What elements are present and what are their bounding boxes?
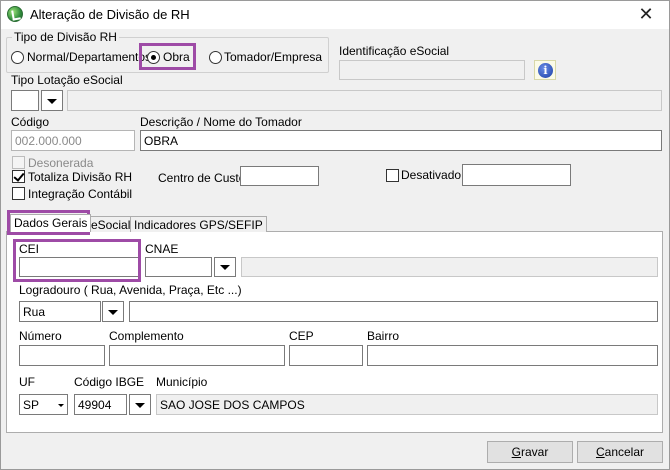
uf-label: UF [19,375,35,389]
logradouro-tipo-input[interactable]: Rua [19,301,101,322]
obra-highlight [139,43,196,70]
cei-highlight [13,239,141,282]
descricao-label: Descrição / Nome do Tomador [140,115,302,129]
tipo-lotacao-label: Tipo Lotação eSocial [11,73,123,87]
municipio-input: SAO JOSE DOS CAMPOS [156,394,658,415]
bairro-input[interactable] [367,345,658,366]
identificacao-input[interactable] [339,60,525,80]
complemento-input[interactable] [109,345,285,366]
totaliza-checkbox[interactable] [12,170,25,183]
info-icon: i [538,63,553,78]
ibge-dropdown[interactable] [129,394,151,415]
uf-dropdown-icon[interactable] [55,397,67,412]
logradouro-label: Logradouro ( Rua, Avenida, Praça, Etc ..… [19,283,242,297]
integracao-checkbox[interactable] [12,187,25,200]
app-logo-icon [7,6,23,22]
tipo-divisao-title: Tipo de Divisão RH [12,30,119,44]
descricao-input[interactable]: OBRA [140,130,662,151]
close-icon[interactable]: ✕ [633,3,659,25]
numero-input[interactable] [19,345,105,366]
ibge-label: Código IBGE [74,375,145,389]
tab-indicadores[interactable]: Indicadores GPS/SEFIP [130,216,267,232]
codigo-input[interactable]: 002.000.000 [11,130,135,151]
complemento-label: Complemento [109,329,184,343]
title-bar: Alteração de Divisão de RH ✕ [1,1,669,29]
desonerada-checkbox[interactable] [12,156,25,169]
desativado-label[interactable]: Desativado [401,168,461,182]
cancelar-button[interactable]: Cancelar [577,441,663,463]
centro-custo-input[interactable] [240,166,319,186]
cep-input[interactable] [289,345,363,366]
ibge-input[interactable]: 49904 [74,394,127,415]
numero-label: Número [19,329,62,343]
cep-label: CEP [289,329,314,343]
radio-normal[interactable] [11,51,24,64]
gravar-button[interactable]: Gravar [487,441,573,463]
radio-tomador[interactable] [209,51,222,64]
dialog-window: Alteração de Divisão de RH ✕ Tipo de Div… [0,0,670,470]
identificacao-label: Identificação eSocial [339,44,450,58]
bairro-label: Bairro [367,329,400,343]
desonerada-label: Desonerada [28,156,94,170]
centro-custo-label: Centro de Custo [158,171,246,185]
integracao-label[interactable]: Integração Contábil [28,187,132,201]
cnae-input[interactable] [145,257,212,277]
totaliza-label[interactable]: Totaliza Divisão RH [28,170,132,184]
radio-normal-label[interactable]: Normal/Departamentos [27,50,151,64]
logradouro-input[interactable] [129,301,658,322]
window-title: Alteração de Divisão de RH [30,7,190,22]
tipo-lotacao-dropdown[interactable] [41,90,63,111]
desativado-checkbox[interactable] [386,169,399,182]
municipio-label: Município [156,375,208,389]
cnae-label: CNAE [145,242,179,256]
desativado-input[interactable] [462,164,571,186]
tab-esocial[interactable]: eSocial [87,216,135,232]
cnae-dropdown[interactable] [214,257,236,277]
tipo-lotacao-description [67,90,662,111]
tipo-lotacao-input[interactable] [11,90,39,111]
codigo-label: Código [11,115,50,129]
radio-tomador-label[interactable]: Tomador/Empresa [224,50,322,64]
cnae-description [241,257,658,277]
tab-dados-gerais[interactable]: Dados Gerais [10,214,92,232]
info-button[interactable]: i [534,60,556,80]
logradouro-tipo-dropdown[interactable] [102,301,124,322]
